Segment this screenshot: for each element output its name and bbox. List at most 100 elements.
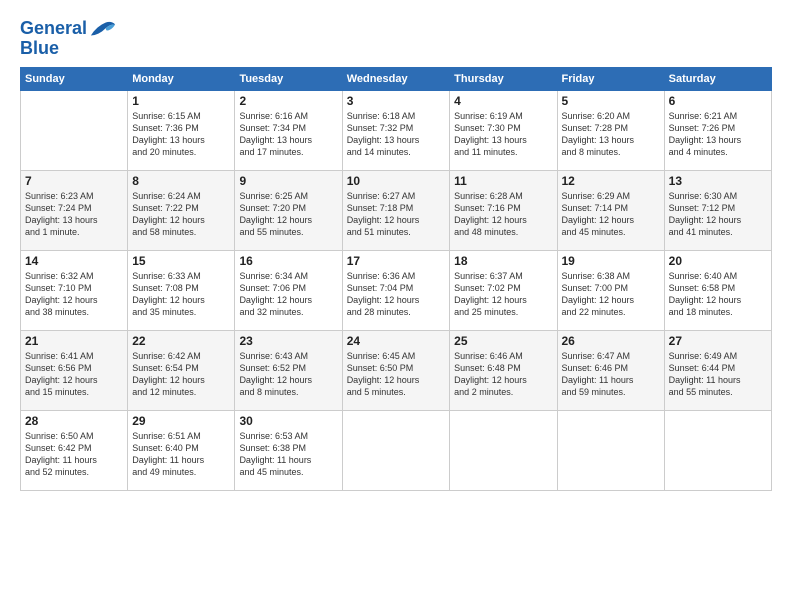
day-detail: Sunrise: 6:37 AM Sunset: 7:02 PM Dayligh… — [454, 270, 552, 319]
calendar-cell — [557, 411, 664, 491]
calendar-week-row: 14 Sunrise: 6:32 AM Sunset: 7:10 PM Dayli… — [21, 251, 772, 331]
calendar-cell: 6 Sunrise: 6:21 AM Sunset: 7:26 PM Daylig… — [664, 91, 771, 171]
day-number: 9 — [239, 174, 337, 188]
calendar-table: SundayMondayTuesdayWednesdayThursdayFrid… — [20, 67, 772, 491]
col-header-saturday: Saturday — [664, 68, 771, 91]
day-number: 26 — [562, 334, 660, 348]
day-number: 6 — [669, 94, 767, 108]
day-detail: Sunrise: 6:16 AM Sunset: 7:34 PM Dayligh… — [239, 110, 337, 159]
calendar-cell: 8 Sunrise: 6:24 AM Sunset: 7:22 PM Daylig… — [128, 171, 235, 251]
day-number: 28 — [25, 414, 123, 428]
day-detail: Sunrise: 6:42 AM Sunset: 6:54 PM Dayligh… — [132, 350, 230, 399]
col-header-tuesday: Tuesday — [235, 68, 342, 91]
day-number: 14 — [25, 254, 123, 268]
day-detail: Sunrise: 6:41 AM Sunset: 6:56 PM Dayligh… — [25, 350, 123, 399]
calendar-cell — [342, 411, 449, 491]
day-detail: Sunrise: 6:30 AM Sunset: 7:12 PM Dayligh… — [669, 190, 767, 239]
day-detail: Sunrise: 6:32 AM Sunset: 7:10 PM Dayligh… — [25, 270, 123, 319]
calendar-cell: 23Sunrise: 6:43 AM Sunset: 6:52 PM Dayli… — [235, 331, 342, 411]
calendar-cell: 28 Sunrise: 6:50 AM Sunset: 6:42 PM Dayli… — [21, 411, 128, 491]
calendar-cell: 11 Sunrise: 6:28 AM Sunset: 7:16 PM Dayli… — [450, 171, 557, 251]
day-number: 29 — [132, 414, 230, 428]
day-number: 11 — [454, 174, 552, 188]
day-number: 24 — [347, 334, 445, 348]
calendar-cell: 18Sunrise: 6:37 AM Sunset: 7:02 PM Dayli… — [450, 251, 557, 331]
day-detail: Sunrise: 6:34 AM Sunset: 7:06 PM Dayligh… — [239, 270, 337, 319]
calendar-cell: 25Sunrise: 6:46 AM Sunset: 6:48 PM Dayli… — [450, 331, 557, 411]
calendar-cell: 1Sunrise: 6:15 AM Sunset: 7:36 PM Daylig… — [128, 91, 235, 171]
day-detail: Sunrise: 6:40 AM Sunset: 6:58 PM Dayligh… — [669, 270, 767, 319]
day-number: 16 — [239, 254, 337, 268]
day-number: 3 — [347, 94, 445, 108]
calendar-cell: 7 Sunrise: 6:23 AM Sunset: 7:24 PM Daylig… — [21, 171, 128, 251]
calendar-header-row: SundayMondayTuesdayWednesdayThursdayFrid… — [21, 68, 772, 91]
day-detail: Sunrise: 6:25 AM Sunset: 7:20 PM Dayligh… — [239, 190, 337, 239]
calendar-cell: 9 Sunrise: 6:25 AM Sunset: 7:20 PM Daylig… — [235, 171, 342, 251]
day-number: 19 — [562, 254, 660, 268]
day-detail: Sunrise: 6:19 AM Sunset: 7:30 PM Dayligh… — [454, 110, 552, 159]
page: General Blue SundayMondayTuesdayWednesda… — [0, 0, 792, 612]
day-detail: Sunrise: 6:43 AM Sunset: 6:52 PM Dayligh… — [239, 350, 337, 399]
col-header-thursday: Thursday — [450, 68, 557, 91]
calendar-cell — [21, 91, 128, 171]
day-number: 5 — [562, 94, 660, 108]
col-header-monday: Monday — [128, 68, 235, 91]
col-header-sunday: Sunday — [21, 68, 128, 91]
calendar-cell: 29 Sunrise: 6:51 AM Sunset: 6:40 PM Dayli… — [128, 411, 235, 491]
day-number: 7 — [25, 174, 123, 188]
day-number: 17 — [347, 254, 445, 268]
day-detail: Sunrise: 6:33 AM Sunset: 7:08 PM Dayligh… — [132, 270, 230, 319]
day-detail: Sunrise: 6:47 AM Sunset: 6:46 PM Dayligh… — [562, 350, 660, 399]
calendar-cell: 22 Sunrise: 6:42 AM Sunset: 6:54 PM Dayli… — [128, 331, 235, 411]
calendar-cell: 26 Sunrise: 6:47 AM Sunset: 6:46 PM Dayli… — [557, 331, 664, 411]
day-detail: Sunrise: 6:38 AM Sunset: 7:00 PM Dayligh… — [562, 270, 660, 319]
calendar-cell: 2Sunrise: 6:16 AM Sunset: 7:34 PM Daylig… — [235, 91, 342, 171]
day-detail: Sunrise: 6:28 AM Sunset: 7:16 PM Dayligh… — [454, 190, 552, 239]
day-number: 1 — [132, 94, 230, 108]
day-detail: Sunrise: 6:21 AM Sunset: 7:26 PM Dayligh… — [669, 110, 767, 159]
day-number: 27 — [669, 334, 767, 348]
day-detail: Sunrise: 6:51 AM Sunset: 6:40 PM Dayligh… — [132, 430, 230, 479]
day-number: 8 — [132, 174, 230, 188]
day-number: 22 — [132, 334, 230, 348]
logo-text-blue: Blue — [20, 38, 117, 59]
day-detail: Sunrise: 6:49 AM Sunset: 6:44 PM Dayligh… — [669, 350, 767, 399]
day-detail: Sunrise: 6:29 AM Sunset: 7:14 PM Dayligh… — [562, 190, 660, 239]
day-number: 20 — [669, 254, 767, 268]
day-detail: Sunrise: 6:50 AM Sunset: 6:42 PM Dayligh… — [25, 430, 123, 479]
day-detail: Sunrise: 6:53 AM Sunset: 6:38 PM Dayligh… — [239, 430, 337, 479]
calendar-cell: 3 Sunrise: 6:18 AM Sunset: 7:32 PM Daylig… — [342, 91, 449, 171]
calendar-cell: 12Sunrise: 6:29 AM Sunset: 7:14 PM Dayli… — [557, 171, 664, 251]
day-number: 15 — [132, 254, 230, 268]
day-number: 21 — [25, 334, 123, 348]
calendar-cell: 13Sunrise: 6:30 AM Sunset: 7:12 PM Dayli… — [664, 171, 771, 251]
day-detail: Sunrise: 6:23 AM Sunset: 7:24 PM Dayligh… — [25, 190, 123, 239]
calendar-cell: 5 Sunrise: 6:20 AM Sunset: 7:28 PM Daylig… — [557, 91, 664, 171]
calendar-cell — [450, 411, 557, 491]
calendar-cell: 20 Sunrise: 6:40 AM Sunset: 6:58 PM Dayli… — [664, 251, 771, 331]
calendar-cell: 14 Sunrise: 6:32 AM Sunset: 7:10 PM Dayli… — [21, 251, 128, 331]
day-number: 30 — [239, 414, 337, 428]
header: General Blue — [20, 18, 772, 59]
day-detail: Sunrise: 6:27 AM Sunset: 7:18 PM Dayligh… — [347, 190, 445, 239]
calendar-cell: 19 Sunrise: 6:38 AM Sunset: 7:00 PM Dayli… — [557, 251, 664, 331]
calendar-week-row: 28 Sunrise: 6:50 AM Sunset: 6:42 PM Dayli… — [21, 411, 772, 491]
calendar-cell: 24 Sunrise: 6:45 AM Sunset: 6:50 PM Dayli… — [342, 331, 449, 411]
day-detail: Sunrise: 6:45 AM Sunset: 6:50 PM Dayligh… — [347, 350, 445, 399]
logo-text-general: General — [20, 19, 87, 39]
calendar-cell: 4Sunrise: 6:19 AM Sunset: 7:30 PM Daylig… — [450, 91, 557, 171]
day-detail: Sunrise: 6:36 AM Sunset: 7:04 PM Dayligh… — [347, 270, 445, 319]
day-detail: Sunrise: 6:18 AM Sunset: 7:32 PM Dayligh… — [347, 110, 445, 159]
day-detail: Sunrise: 6:20 AM Sunset: 7:28 PM Dayligh… — [562, 110, 660, 159]
calendar-week-row: 21 Sunrise: 6:41 AM Sunset: 6:56 PM Dayli… — [21, 331, 772, 411]
calendar-cell: 30 Sunrise: 6:53 AM Sunset: 6:38 PM Dayli… — [235, 411, 342, 491]
calendar-cell — [664, 411, 771, 491]
logo: General Blue — [20, 18, 117, 59]
calendar-cell: 17 Sunrise: 6:36 AM Sunset: 7:04 PM Dayli… — [342, 251, 449, 331]
calendar-cell: 21 Sunrise: 6:41 AM Sunset: 6:56 PM Dayli… — [21, 331, 128, 411]
day-detail: Sunrise: 6:24 AM Sunset: 7:22 PM Dayligh… — [132, 190, 230, 239]
day-number: 10 — [347, 174, 445, 188]
col-header-friday: Friday — [557, 68, 664, 91]
calendar-cell: 15 Sunrise: 6:33 AM Sunset: 7:08 PM Dayli… — [128, 251, 235, 331]
calendar-week-row: 7 Sunrise: 6:23 AM Sunset: 7:24 PM Daylig… — [21, 171, 772, 251]
